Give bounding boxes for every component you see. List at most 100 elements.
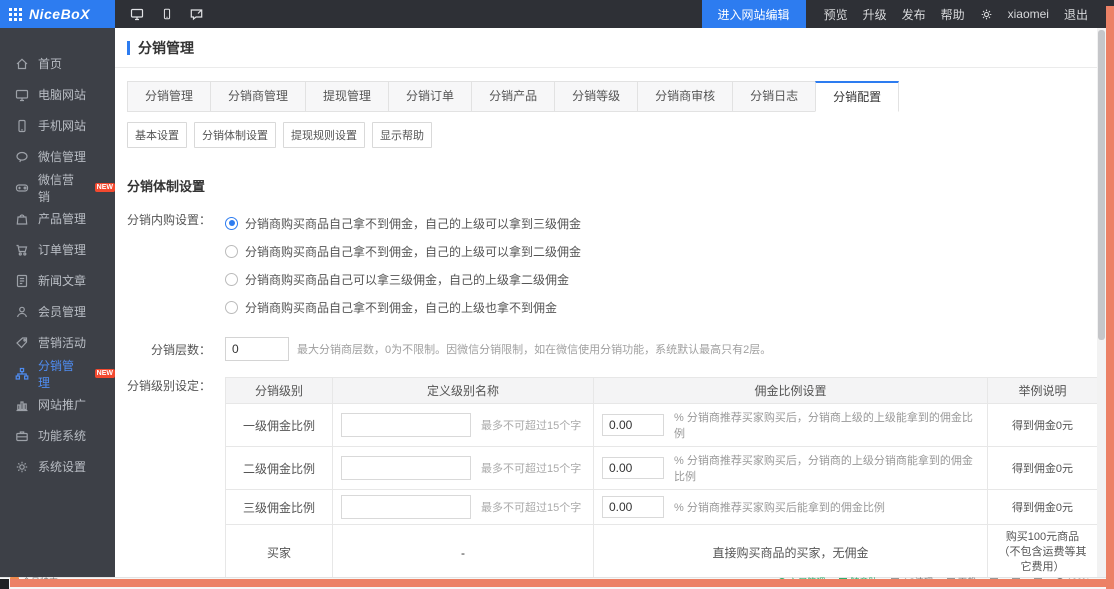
username[interactable]: xiaomei	[1008, 7, 1049, 21]
radio-icon	[225, 301, 238, 314]
document-icon	[15, 274, 29, 288]
settings-gear-icon[interactable]	[980, 8, 993, 21]
tab-distribution-config[interactable]: 分销配置	[815, 81, 899, 112]
upgrade-link[interactable]: 升级	[863, 6, 887, 23]
name-length-hint: 最多不可超过15个字	[481, 460, 581, 476]
sidebar-item-label: 首页	[38, 55, 62, 72]
message-icon[interactable]	[189, 7, 204, 21]
grade-table-header: 分销级别 定义级别名称 佣金比例设置 举例说明	[226, 378, 1097, 403]
sidebar-item-news[interactable]: 新闻文章	[0, 265, 115, 296]
level3-name-input[interactable]	[341, 495, 471, 519]
sidebar-item-mobile-site[interactable]: 手机网站	[0, 110, 115, 141]
basic-settings-button[interactable]: 基本设置	[127, 122, 187, 148]
inner-purchase-option-2[interactable]: 分销商购买商品自己拿不到佣金，自己的上级可以拿到二级佣金	[225, 237, 581, 265]
sidebar-item-wechat-mgmt[interactable]: 微信管理	[0, 141, 115, 172]
buyer-description: 直接购买商品的买家，无佣金	[594, 525, 988, 577]
radio-label: 分销商购买商品自己拿不到佣金，自己的上级可以拿到二级佣金	[245, 243, 581, 260]
name-length-hint: 最多不可超过15个字	[481, 499, 581, 515]
sidebar-item-label: 微信营销	[38, 171, 86, 205]
orange-overlay-bottom	[10, 579, 1114, 587]
level3-rate-input[interactable]	[602, 496, 664, 518]
logo-text: NiceBoX	[29, 6, 90, 22]
main-content: 分销管理 分销管理 分销商管理 提现管理 分销订单 分销产品 分销等级 分销商审…	[115, 28, 1097, 577]
sidebar-item-members[interactable]: 会员管理	[0, 296, 115, 327]
col-header-name: 定义级别名称	[333, 378, 594, 403]
tab-distribution-orders[interactable]: 分销订单	[388, 81, 472, 112]
level-label: 二级佣金比例	[226, 447, 333, 489]
member-icon	[15, 305, 29, 319]
bar-chart-icon	[15, 398, 29, 412]
wechat-icon	[15, 150, 29, 164]
sidebar-item-function-system[interactable]: 功能系统	[0, 420, 115, 451]
sidebar-item-label: 微信管理	[38, 148, 86, 165]
sidebar-item-distribution[interactable]: 分销管理 NEW	[0, 358, 115, 389]
col-header-example: 举例说明	[988, 378, 1097, 403]
radio-label: 分销商购买商品自己拿不到佣金，自己的上级也拿不到佣金	[245, 299, 557, 316]
distribution-levels-input[interactable]	[225, 337, 289, 361]
enter-site-editor-button[interactable]: 进入网站编辑	[702, 0, 806, 28]
sidebar-item-home[interactable]: 首页	[0, 48, 115, 79]
sidebar-item-orders[interactable]: 订单管理	[0, 234, 115, 265]
sidebar-item-wechat-marketing[interactable]: 微信营销 NEW	[0, 172, 115, 203]
scrollbar-thumb[interactable]	[1098, 30, 1105, 340]
new-badge: NEW	[95, 183, 115, 192]
mobile-icon	[15, 119, 29, 133]
home-icon	[15, 57, 29, 71]
tab-bar: 分销管理 分销商管理 提现管理 分销订单 分销产品 分销等级 分销商审核 分销日…	[127, 81, 1097, 112]
radio-icon	[225, 245, 238, 258]
sidebar-item-label: 订单管理	[38, 241, 86, 258]
publish-link[interactable]: 发布	[902, 6, 926, 23]
sidebar-item-label: 产品管理	[38, 210, 86, 227]
tab-distribution-logs[interactable]: 分销日志	[732, 81, 816, 112]
sidebar-item-label: 电脑网站	[38, 86, 86, 103]
sidebar-item-promotion[interactable]: 网站推广	[0, 389, 115, 420]
sidebar-item-marketing[interactable]: 营销活动	[0, 327, 115, 358]
show-help-button[interactable]: 显示帮助	[372, 122, 432, 148]
level1-name-input[interactable]	[341, 413, 471, 437]
example-text: 得到佣金0元	[988, 447, 1097, 489]
logout-link[interactable]: 退出	[1064, 6, 1088, 23]
sidebar-item-label: 手机网站	[38, 117, 86, 134]
apps-grid-icon[interactable]	[9, 8, 22, 21]
sidebar-item-label: 网站推广	[38, 396, 86, 413]
table-row-buyer: 买家 - 直接购买商品的买家，无佣金 购买100元商品 （不包含运费等其它费用）	[226, 524, 1097, 577]
logo-area[interactable]: NiceBoX	[0, 0, 115, 28]
inner-purchase-label: 分销内购设置：	[127, 209, 211, 321]
sidebar-item-products[interactable]: 产品管理	[0, 203, 115, 234]
sidebar-item-system-settings[interactable]: 系统设置	[0, 451, 115, 482]
level-label: 三级佣金比例	[226, 490, 333, 524]
tab-distribution-products[interactable]: 分销产品	[471, 81, 555, 112]
desktop-preview-icon[interactable]	[129, 7, 145, 21]
inner-purchase-option-3[interactable]: 分销商购买商品自己可以拿三级佣金，自己的上级拿二级佣金	[225, 265, 581, 293]
sidebar-item-label: 新闻文章	[38, 272, 86, 289]
withdrawal-rules-settings-button[interactable]: 提现规则设置	[283, 122, 365, 148]
cart-icon	[15, 243, 29, 257]
radio-selected-icon	[225, 217, 238, 230]
help-link[interactable]: 帮助	[941, 6, 965, 23]
page-header: 分销管理	[115, 28, 1097, 68]
title-accent-bar	[127, 41, 130, 55]
preview-link[interactable]: 预览	[824, 6, 848, 23]
tab-distribution-grades[interactable]: 分销等级	[554, 81, 638, 112]
distribution-system-settings-button[interactable]: 分销体制设置	[194, 122, 276, 148]
bottom-left-corner-block	[0, 579, 9, 589]
grade-table: 分销级别 定义级别名称 佣金比例设置 举例说明 一级佣金比例 最多不可超过15个…	[225, 377, 1097, 577]
level1-rate-input[interactable]	[602, 414, 664, 436]
tab-withdrawal-mgmt[interactable]: 提现管理	[305, 81, 389, 112]
radio-icon	[225, 273, 238, 286]
tab-distributor-review[interactable]: 分销商审核	[637, 81, 733, 112]
new-badge: NEW	[95, 369, 115, 378]
level2-rate-input[interactable]	[602, 457, 664, 479]
vertical-scrollbar[interactable]	[1097, 28, 1106, 577]
mobile-preview-icon[interactable]	[161, 7, 173, 21]
inner-purchase-option-1[interactable]: 分销商购买商品自己拿不到佣金，自己的上级可以拿到三级佣金	[225, 209, 581, 237]
desktop-icon	[15, 88, 29, 102]
inner-purchase-option-4[interactable]: 分销商购买商品自己拿不到佣金，自己的上级也拿不到佣金	[225, 293, 581, 321]
tab-distributor-mgmt[interactable]: 分销商管理	[210, 81, 306, 112]
distribution-levels-hint: 最大分销商层数，0为不限制。因微信分销限制，如在微信使用分销功能，系统默认最高只…	[297, 341, 771, 357]
tab-distribution-mgmt[interactable]: 分销管理	[127, 81, 211, 112]
level2-name-input[interactable]	[341, 456, 471, 480]
col-header-rate: 佣金比例设置	[594, 378, 988, 403]
sidebar-item-pc-site[interactable]: 电脑网站	[0, 79, 115, 110]
section-heading-distribution-system: 分销体制设置	[127, 176, 1097, 195]
